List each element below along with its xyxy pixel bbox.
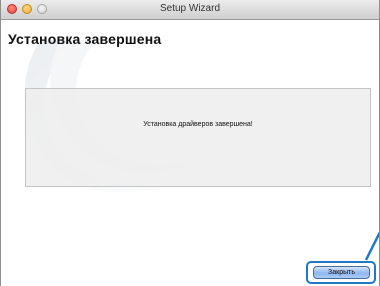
- setup-wizard-window: Setup Wizard Установка завершена Установ…: [0, 0, 380, 286]
- callout-pointer-icon: [364, 232, 379, 261]
- close-button[interactable]: Закрыть: [313, 266, 370, 279]
- title-bar[interactable]: Setup Wizard: [1, 0, 379, 20]
- completion-message: Установка драйверов завершена!: [143, 121, 253, 128]
- page-title: Установка завершена: [8, 31, 162, 47]
- window-title: Setup Wizard: [159, 3, 221, 14]
- message-panel: Установка драйверов завершена!: [25, 88, 371, 187]
